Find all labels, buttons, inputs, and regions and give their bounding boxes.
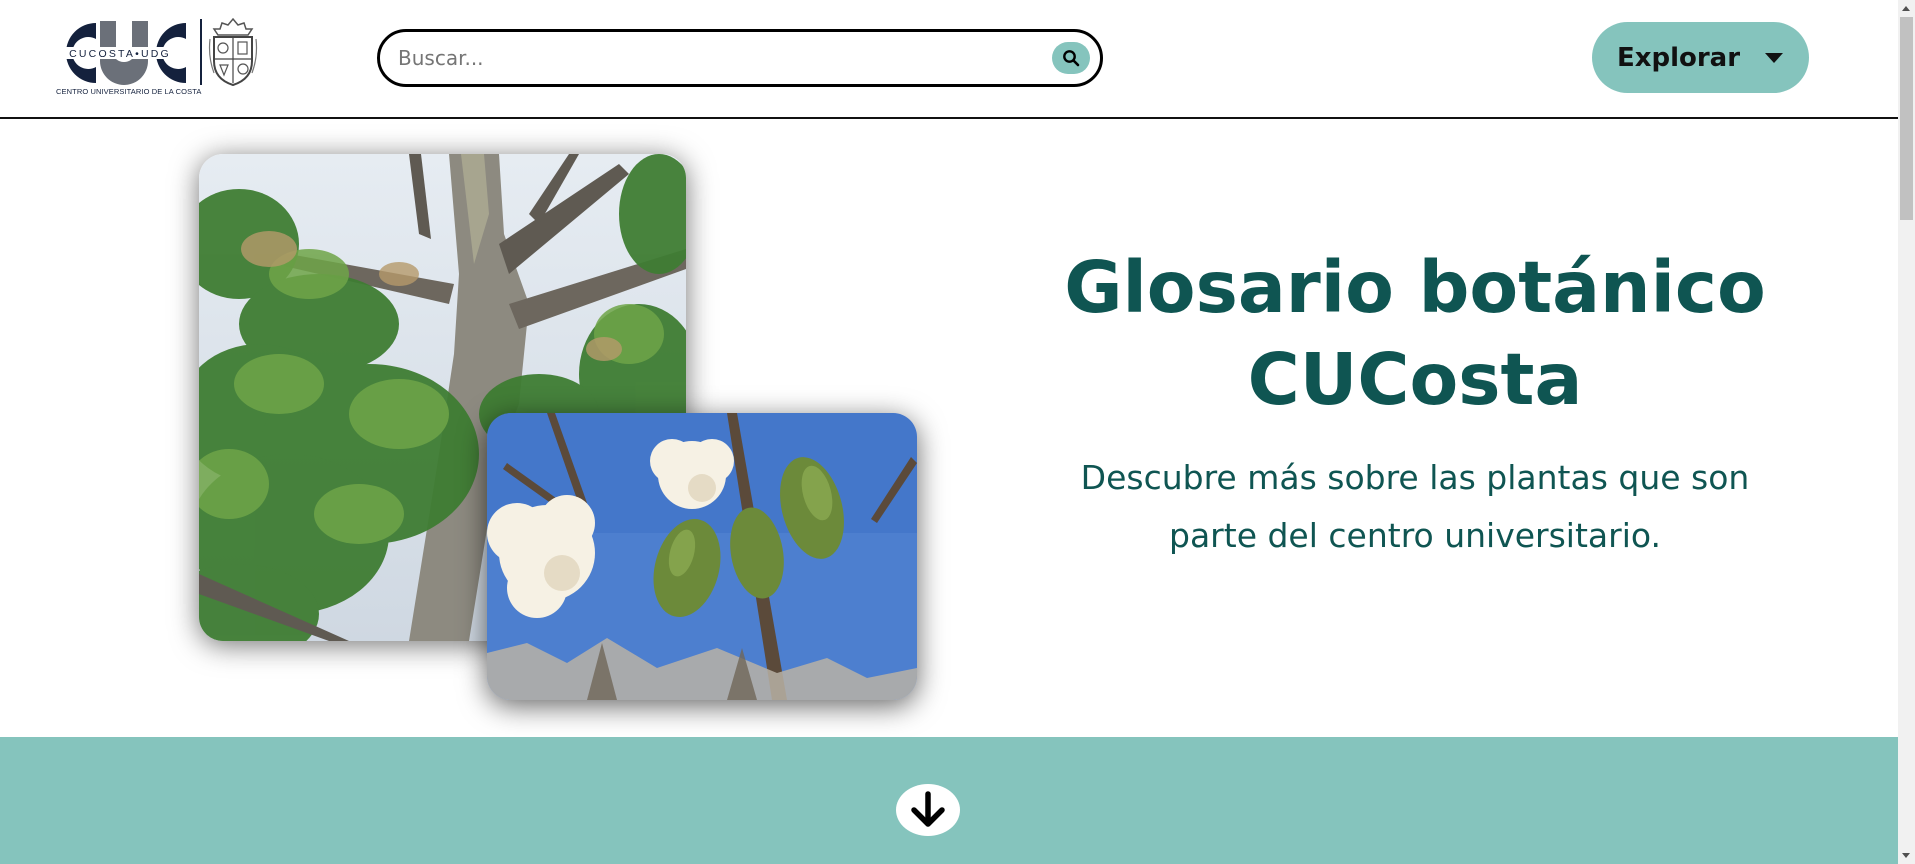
search-icon	[1063, 50, 1080, 67]
caret-down-icon	[1765, 52, 1784, 63]
udg-seal-icon	[208, 17, 258, 87]
page-scrollbar[interactable]	[1898, 0, 1915, 864]
logo-tagline: CUCOSTA•UDG	[69, 48, 171, 60]
site-header: CUCOSTA•UDG CENTRO UNIVERSITARIO DE LA C…	[0, 0, 1898, 119]
cuc-logo-mark: CUCOSTA•UDG	[52, 21, 188, 85]
logo-caption: CENTRO UNIVERSITARIO DE LA COSTA	[56, 87, 202, 96]
scrollbar-thumb[interactable]	[1900, 17, 1913, 220]
search-input[interactable]	[398, 41, 998, 75]
cucosta-logo[interactable]: CUCOSTA•UDG CENTRO UNIVERSITARIO DE LA C…	[52, 15, 262, 100]
arrow-down-icon	[911, 791, 945, 827]
scroll-up-arrow-icon[interactable]	[1902, 6, 1910, 11]
explore-dropdown-button[interactable]: Explorar	[1592, 22, 1809, 93]
cotton-pods-photo	[487, 413, 917, 700]
search-bar	[377, 29, 1103, 87]
page-subtitle: Descubre más sobre las plantas que son p…	[1080, 458, 1750, 555]
scroll-down-arrow-icon[interactable]	[1902, 853, 1910, 858]
explore-label: Explorar	[1616, 42, 1741, 73]
page-title: Glosario botánico CUCosta	[1064, 246, 1766, 421]
search-button[interactable]	[1052, 42, 1090, 74]
accent-band	[0, 737, 1898, 864]
logo-divider	[200, 19, 202, 85]
scroll-down-button[interactable]	[896, 784, 960, 836]
